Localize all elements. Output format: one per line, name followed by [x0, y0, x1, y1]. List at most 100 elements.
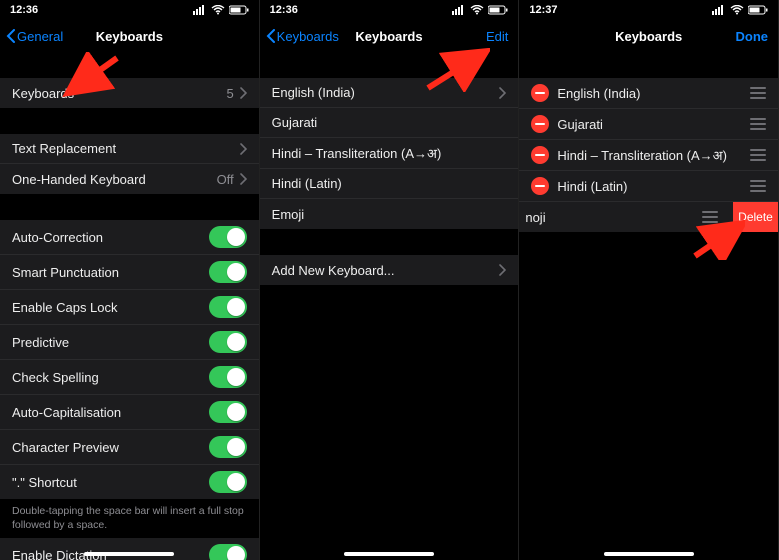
row-label: Auto-Capitalisation: [12, 405, 121, 420]
switch-icon[interactable]: [209, 366, 247, 388]
nav-title: Keyboards: [96, 29, 163, 44]
nav-back[interactable]: General: [6, 20, 63, 52]
row-label: Smart Punctuation: [12, 265, 119, 280]
row-label: Hindi (Latin): [557, 179, 627, 194]
row-label: Gujarati: [557, 117, 603, 132]
home-indicator[interactable]: [344, 552, 434, 556]
keyboard-edit-item[interactable]: Gujarati: [519, 109, 778, 140]
status-bar: 12:37: [519, 0, 778, 20]
chevron-right-icon: [240, 173, 247, 185]
phone-keyboards-list: 12:36 Keyboards Keyboards Edit English (…: [260, 0, 520, 560]
row-label: Enable Caps Lock: [12, 300, 118, 315]
row-label: Auto-Correction: [12, 230, 103, 245]
toggle-caps-lock[interactable]: Enable Caps Lock: [0, 290, 259, 325]
row-one-handed[interactable]: One-Handed Keyboard Off: [0, 164, 259, 194]
keyboard-item[interactable]: Gujarati: [260, 108, 519, 138]
row-label: Add New Keyboard...: [272, 263, 395, 278]
nav-back-label: Keyboards: [277, 29, 339, 44]
chevron-right-icon: [499, 264, 506, 276]
nav-title: Keyboards: [615, 29, 682, 44]
chevron-right-icon: [240, 87, 247, 99]
status-time: 12:36: [10, 4, 38, 16]
delete-label: Delete: [738, 210, 773, 224]
switch-icon[interactable]: [209, 471, 247, 493]
switch-icon[interactable]: [209, 401, 247, 423]
status-time: 12:37: [529, 4, 557, 16]
shortcut-footnote: Double-tapping the space bar will insert…: [0, 499, 259, 538]
delete-minus-icon[interactable]: [531, 115, 549, 133]
row-label: Character Preview: [12, 440, 119, 455]
chevron-right-icon: [499, 87, 506, 99]
row-label: Emoji: [272, 207, 305, 222]
nav-header: General Keyboards: [0, 20, 259, 52]
row-keyboards[interactable]: Keyboards 5: [0, 78, 259, 108]
keyboard-edit-item[interactable]: Hindi – Transliteration (A→अ): [519, 140, 778, 171]
keyboard-item[interactable]: English (India): [260, 78, 519, 108]
row-label: Text Replacement: [12, 141, 116, 156]
status-indicators: [712, 5, 768, 15]
edit-button[interactable]: Edit: [486, 20, 508, 52]
row-label: Hindi – Transliteration (A→अ): [557, 146, 727, 164]
reorder-grip-icon[interactable]: [750, 149, 766, 161]
row-label: English (India): [272, 85, 355, 100]
delete-button[interactable]: Delete: [733, 202, 778, 232]
phone-settings-keyboards: 12:36 General Keyboards Keyboards 5 Text…: [0, 0, 260, 560]
nav-back-label: General: [17, 29, 63, 44]
switch-icon[interactable]: [209, 261, 247, 283]
nav-back[interactable]: Keyboards: [266, 20, 339, 52]
toggle-char-preview[interactable]: Character Preview: [0, 430, 259, 465]
status-indicators: [452, 5, 508, 15]
row-label: noji: [525, 210, 545, 225]
row-label: Check Spelling: [12, 370, 99, 385]
keyboard-item[interactable]: Hindi (Latin): [260, 169, 519, 199]
keyboard-item[interactable]: Emoji: [260, 199, 519, 229]
nav-title: Keyboards: [355, 29, 422, 44]
toggle-check-spelling[interactable]: Check Spelling: [0, 360, 259, 395]
delete-minus-icon[interactable]: [531, 177, 549, 195]
reorder-grip-icon[interactable]: [702, 211, 718, 223]
chevron-left-icon: [6, 29, 15, 43]
toggle-shortcut[interactable]: "." Shortcut: [0, 465, 259, 499]
status-time: 12:36: [270, 4, 298, 16]
delete-minus-icon[interactable]: [531, 84, 549, 102]
row-label: One-Handed Keyboard: [12, 172, 146, 187]
switch-icon[interactable]: [209, 331, 247, 353]
reorder-grip-icon[interactable]: [750, 118, 766, 130]
row-value: Off: [217, 172, 234, 187]
switch-icon[interactable]: [209, 436, 247, 458]
status-bar: 12:36: [260, 0, 519, 20]
done-label: Done: [736, 29, 769, 44]
chevron-left-icon: [266, 29, 275, 43]
toggle-smart-punctuation[interactable]: Smart Punctuation: [0, 255, 259, 290]
add-new-keyboard[interactable]: Add New Keyboard...: [260, 255, 519, 285]
row-value: 5: [226, 86, 233, 101]
row-label: English (India): [557, 86, 640, 101]
row-text-replacement[interactable]: Text Replacement: [0, 134, 259, 164]
switch-icon[interactable]: [209, 544, 247, 560]
reorder-grip-icon[interactable]: [750, 87, 766, 99]
keyboard-edit-item[interactable]: Hindi (Latin): [519, 171, 778, 202]
phone-keyboards-edit: 12:37 Keyboards Done English (India) Guj…: [519, 0, 779, 560]
row-label: "." Shortcut: [12, 475, 77, 490]
toggle-predictive[interactable]: Predictive: [0, 325, 259, 360]
nav-header: Keyboards Done: [519, 20, 778, 52]
switch-icon[interactable]: [209, 296, 247, 318]
keyboard-item[interactable]: Hindi – Transliteration (A→अ): [260, 138, 519, 169]
status-indicators: [193, 5, 249, 15]
reorder-grip-icon[interactable]: [750, 180, 766, 192]
done-button[interactable]: Done: [736, 20, 769, 52]
keyboard-edit-item[interactable]: English (India): [519, 78, 778, 109]
row-label: Gujarati: [272, 115, 318, 130]
delete-minus-icon[interactable]: [531, 146, 549, 164]
home-indicator[interactable]: [84, 552, 174, 556]
toggle-auto-cap[interactable]: Auto-Capitalisation: [0, 395, 259, 430]
chevron-right-icon: [240, 143, 247, 155]
home-indicator[interactable]: [604, 552, 694, 556]
keyboard-edit-item-swiped[interactable]: noji Delete: [519, 202, 778, 232]
nav-header: Keyboards Keyboards Edit: [260, 20, 519, 52]
toggle-enable-dictation[interactable]: Enable Dictation: [0, 538, 259, 560]
toggle-auto-correction[interactable]: Auto-Correction: [0, 220, 259, 255]
edit-label: Edit: [486, 29, 508, 44]
row-label: Hindi (Latin): [272, 176, 342, 191]
switch-icon[interactable]: [209, 226, 247, 248]
